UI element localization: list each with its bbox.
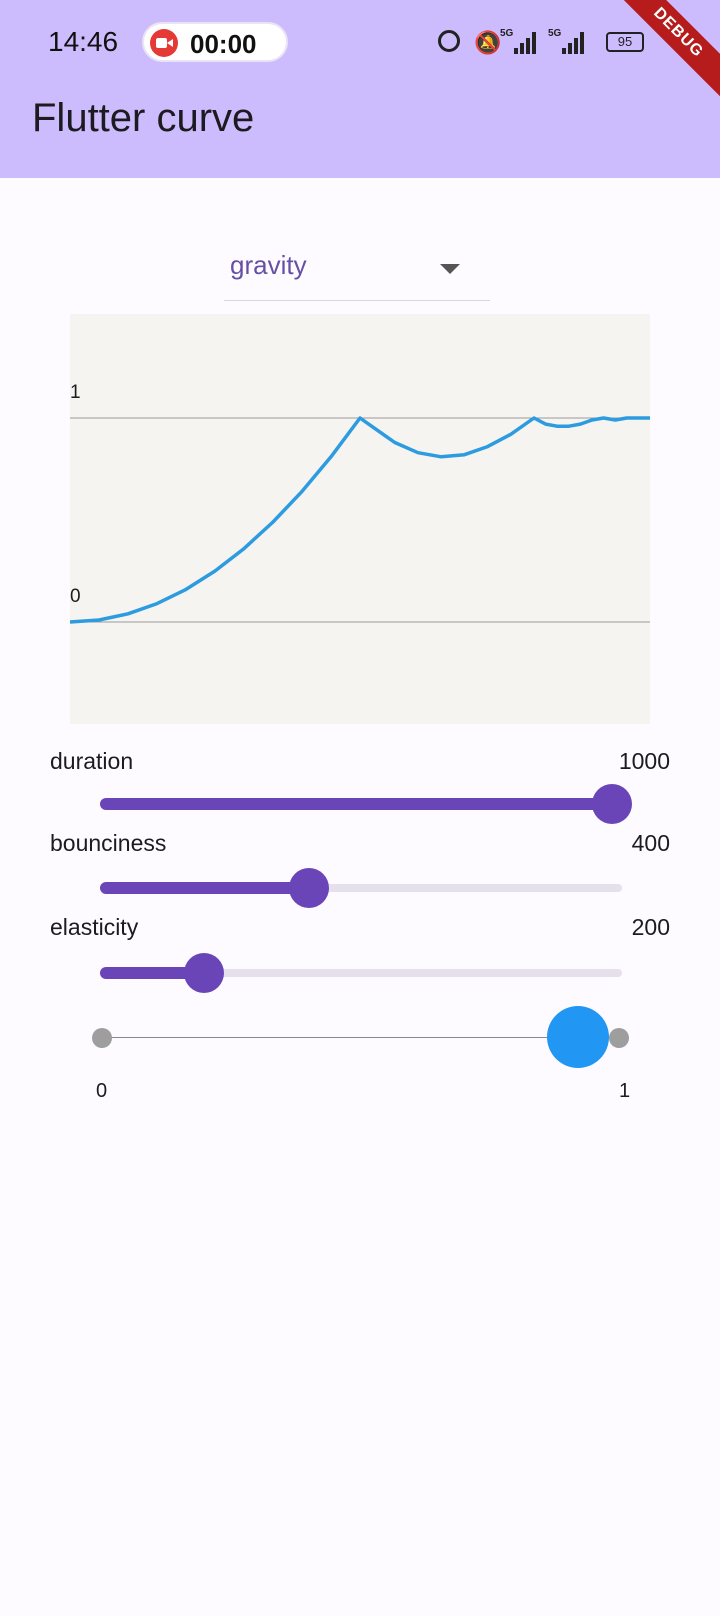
animation-end-dot bbox=[609, 1028, 629, 1048]
status-time: 14:46 bbox=[48, 26, 119, 57]
curve-chart-svg: 10 bbox=[70, 382, 650, 624]
animated-ball bbox=[546, 1006, 609, 1068]
animation-end-label: 1 bbox=[619, 1080, 631, 1102]
debug-banner: DEBUG bbox=[596, 0, 720, 115]
alarm-icon bbox=[438, 30, 460, 52]
page-title: Flutter curve bbox=[32, 96, 255, 140]
signal-icon bbox=[514, 32, 540, 54]
slider-thumb[interactable] bbox=[288, 868, 329, 908]
slider-value-duration: 1000 bbox=[618, 748, 670, 774]
slider-value-elasticity: 200 bbox=[631, 914, 670, 940]
y-tick-label: 1 bbox=[70, 382, 81, 403]
slider-thumb[interactable] bbox=[592, 784, 632, 824]
bell-off-icon: 🔕 bbox=[474, 30, 502, 55]
network-type-1: 5G bbox=[500, 28, 514, 39]
curve-chart: 10 bbox=[70, 314, 650, 724]
slider-track-active[interactable] bbox=[100, 882, 309, 894]
video-record-icon bbox=[150, 29, 178, 57]
animation-start-dot bbox=[92, 1028, 112, 1048]
curve-dropdown[interactable]: gravity bbox=[224, 238, 490, 301]
y-tick-label: 0 bbox=[70, 586, 81, 607]
screen-record-chip[interactable]: 00:00 bbox=[142, 22, 288, 62]
slider-value-bounciness: 400 bbox=[631, 830, 670, 856]
slider-thumb[interactable] bbox=[184, 953, 225, 993]
animation-start-label: 0 bbox=[96, 1080, 108, 1102]
dropdown-caret-icon bbox=[440, 264, 460, 274]
signal-icon bbox=[562, 32, 588, 54]
battery-icon: 95 bbox=[606, 32, 644, 52]
slider-label-elasticity: elasticity bbox=[50, 914, 139, 940]
curve-series-line bbox=[70, 416, 650, 624]
curve-dropdown-value: gravity bbox=[230, 250, 307, 280]
slider-label-duration: duration bbox=[50, 748, 134, 774]
slider-label-bounciness: bounciness bbox=[50, 830, 167, 856]
network-type-2: 5G bbox=[548, 28, 562, 39]
slider-track-active[interactable] bbox=[100, 798, 622, 810]
app-bar: 14:46 00:00 🔕 5G 5G 95 DEBUG Flutter cur… bbox=[0, 0, 720, 178]
animation-track bbox=[102, 1037, 620, 1038]
record-timer: 00:00 bbox=[190, 29, 257, 59]
